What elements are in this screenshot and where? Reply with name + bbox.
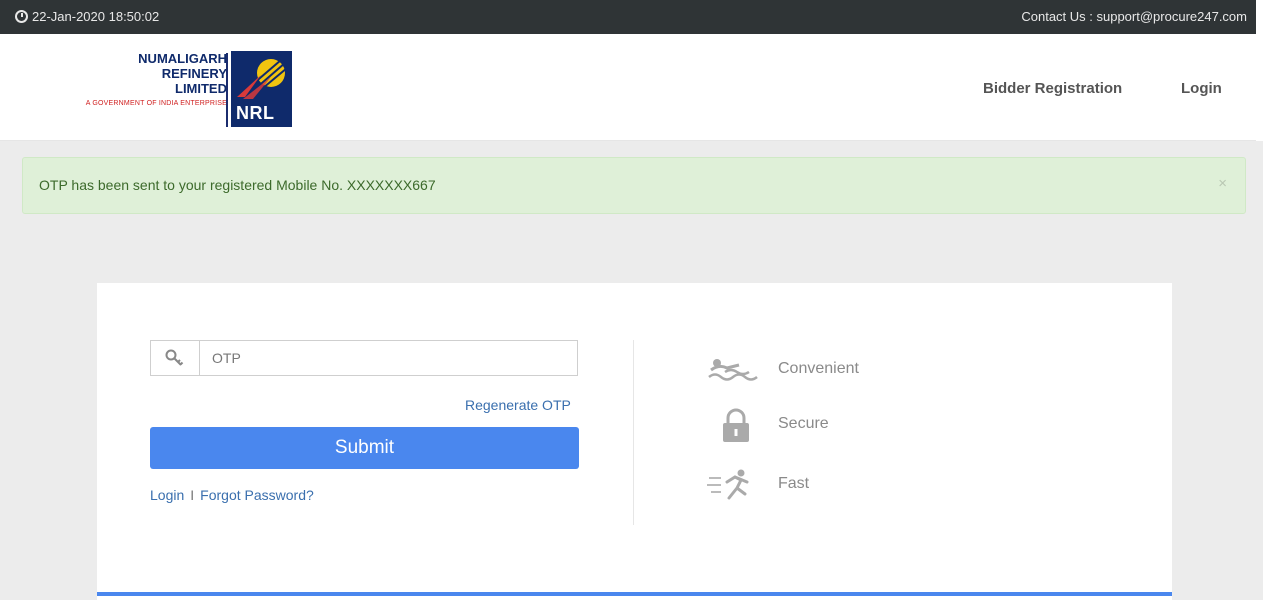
- forgot-password-link[interactable]: Forgot Password?: [200, 487, 314, 503]
- contact-info[interactable]: Contact Us : support@procure247.com: [1021, 9, 1247, 24]
- datetime-text: 22-Jan-2020 18:50:02: [32, 9, 160, 24]
- feature-fast: Fast: [707, 468, 967, 508]
- runner-icon: [707, 469, 749, 500]
- key-icon-addon: [151, 341, 200, 375]
- logo-line-2: REFINERY: [161, 66, 227, 81]
- logo-divider: [226, 53, 228, 127]
- main-content: OTP has been sent to your registered Mob…: [0, 141, 1263, 600]
- site-header: NUMALIGARH REFINERY LIMITED A GOVERNMENT…: [0, 34, 1256, 141]
- nav-bidder-registration[interactable]: Bidder Registration: [983, 80, 1122, 97]
- otp-input-group: [150, 340, 578, 376]
- otp-input[interactable]: [200, 341, 576, 375]
- nav-login[interactable]: Login: [1181, 80, 1222, 97]
- regenerate-otp-link[interactable]: Regenerate OTP: [465, 397, 571, 413]
- submit-button[interactable]: Submit: [150, 427, 579, 469]
- datetime: 22-Jan-2020 18:50:02: [15, 9, 159, 24]
- feature-secure: Secure: [707, 408, 967, 448]
- logo-line-3: LIMITED: [175, 81, 227, 96]
- auth-links: Login I Forgot Password?: [150, 487, 314, 503]
- logo-tagline: A GOVERNMENT OF INDIA ENTERPRISE: [85, 100, 227, 107]
- nrl-logo: NRL: [231, 51, 292, 127]
- logo-emblem-icon: [237, 59, 288, 99]
- lock-icon: [723, 408, 749, 442]
- close-icon[interactable]: ×: [1218, 175, 1227, 192]
- login-link[interactable]: Login: [150, 487, 184, 503]
- feature-label: Secure: [778, 415, 829, 432]
- top-bar: 22-Jan-2020 18:50:02 Contact Us : suppor…: [0, 0, 1256, 34]
- otp-card: Regenerate OTP Submit Login I Forgot Passw…: [97, 283, 1172, 600]
- success-alert: OTP has been sent to your registered Mob…: [22, 157, 1246, 214]
- feature-label: Convenient: [778, 360, 859, 377]
- card-accent-bar: [97, 592, 1172, 596]
- logo-line-1: NUMALIGARH: [138, 51, 227, 66]
- clock-icon: [15, 10, 28, 23]
- key-icon: [165, 349, 184, 366]
- feature-label: Fast: [778, 475, 810, 492]
- swimmer-icon: [708, 359, 758, 381]
- links-separator: I: [190, 487, 195, 503]
- alert-message: OTP has been sent to your registered Mob…: [39, 177, 436, 193]
- company-logo-text: NUMALIGARH REFINERY LIMITED A GOVERNMENT…: [23, 51, 227, 111]
- vertical-divider: [633, 340, 634, 525]
- logo-badge-text: NRL: [236, 103, 275, 123]
- feature-convenient: Convenient: [707, 355, 967, 395]
